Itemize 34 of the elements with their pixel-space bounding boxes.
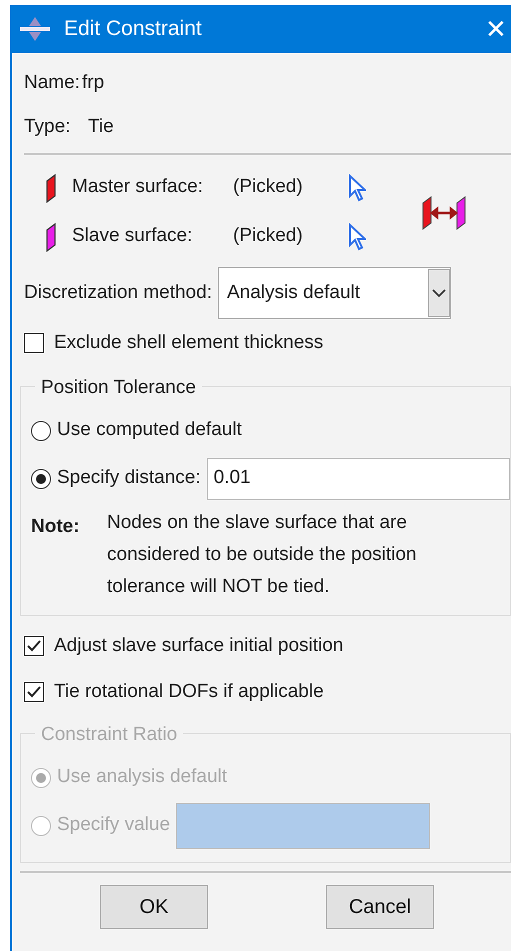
cursor-icon[interactable] [348, 174, 366, 202]
radio-label: Use analysis default [57, 765, 228, 790]
tie-drawing [421, 193, 467, 231]
checkbox-label: Tie rotational DOFs if applicable [54, 680, 324, 704]
checkbox[interactable] [24, 636, 44, 656]
radio-button[interactable] [31, 468, 51, 488]
cursor-icon[interactable] [348, 222, 366, 250]
field-label: Name: [24, 70, 81, 95]
note-text: Nodes on the slave surface that are considered to be outside the position tolerance will NOT be tied. [107, 510, 418, 598]
checkbox-label: Exclude shell element thickness [54, 331, 324, 355]
note-label: Note: [31, 514, 81, 538]
ok-button[interactable]: OK [100, 884, 208, 928]
checkbox[interactable] [24, 682, 44, 702]
radio-button[interactable] [31, 420, 51, 440]
cancel-button[interactable]: Cancel [326, 884, 434, 928]
caret-icon [428, 269, 450, 317]
field-label: Type: [24, 114, 72, 139]
radio-label: Specify distance: [57, 466, 201, 490]
close-button[interactable]: ✕ [481, 16, 511, 42]
surface-value: (Picked) [233, 224, 304, 248]
window-title: Edit Constraint [64, 16, 203, 42]
checkbox-label: Adjust slave surface initial position [54, 634, 344, 658]
surface-value: (Picked) [233, 175, 304, 200]
field-value: frp [82, 70, 104, 95]
field-label: Discretization method: [24, 280, 212, 305]
field-value: Tie [88, 114, 114, 139]
radio-label: Use computed default [57, 418, 242, 442]
surface-label: Slave surface: [72, 224, 194, 248]
radio-label: Specify value [57, 813, 170, 838]
app-icon [20, 16, 50, 42]
input-field[interactable]: 0.01 [206, 458, 510, 500]
surface-label: Master surface: [72, 175, 204, 200]
dropdown[interactable]: Analysis default [218, 267, 451, 319]
checkbox[interactable] [24, 333, 44, 354]
